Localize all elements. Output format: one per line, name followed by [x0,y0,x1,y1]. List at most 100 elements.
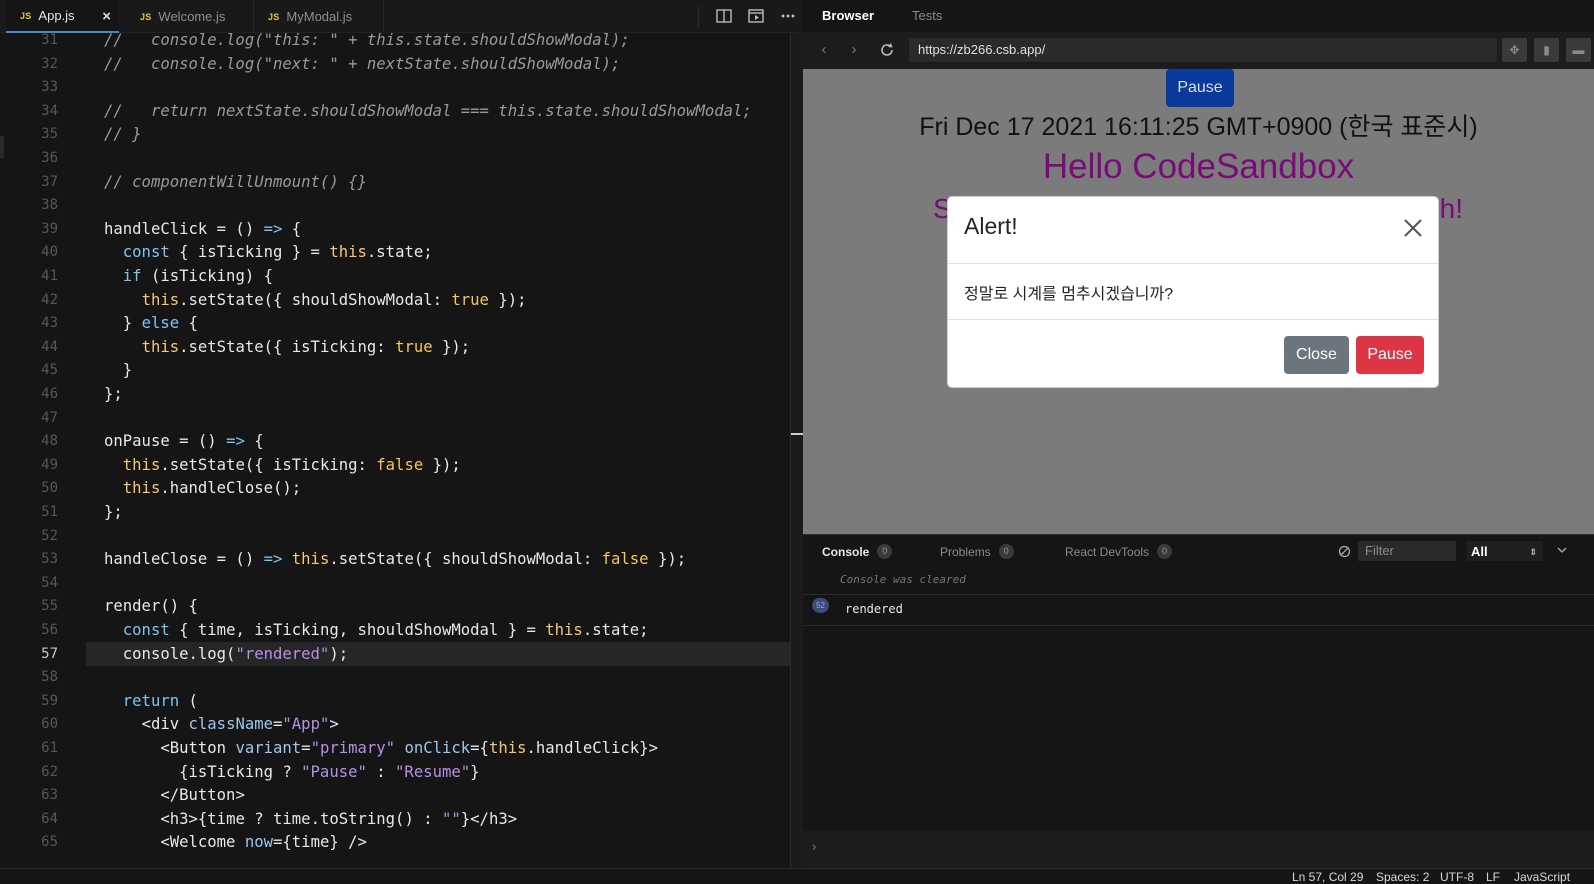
code-line[interactable]: 46}; [0,382,803,406]
code-line[interactable]: 64 <h3>{time ? time.toString() : ""}</h3… [0,807,803,831]
console-log-entry: 52 rendered [803,594,1594,626]
language-mode[interactable]: JavaScript [1514,870,1570,884]
code-text: {isTicking ? "Pause" : "Resume"} [104,762,480,781]
tab-tests[interactable]: Tests [912,8,942,23]
split-editor-icon[interactable] [716,9,732,23]
code-text: const { time, isTicking, shouldShowModal… [122,621,649,639]
code-text: this.setState({ shouldShowModal: true })… [141,290,527,309]
more-icon[interactable] [780,9,796,23]
chevron-down-icon[interactable] [1557,546,1567,554]
toolbar-divider [698,6,699,28]
line-number: 65 [41,834,58,851]
page-time-heading: Fri Dec 17 2021 16:11:25 GMT+0900 (한국 표준… [919,113,1478,141]
code-text: <h3>{time ? time.toString() : ""}</h3> [160,809,518,828]
line-ending-setting[interactable]: LF [1486,870,1500,884]
tab-mymodal-js[interactable]: JS MyModal.js [254,0,384,33]
cursor-position[interactable]: Ln 57, Col 29 [1292,870,1363,884]
editor-scrollbar[interactable] [790,33,803,868]
code-line[interactable]: 55 render() { [0,594,803,618]
tab-problems[interactable]: Problems 0 [940,544,1014,559]
url-input[interactable]: https://zb266.csb.app/ [909,38,1497,62]
encoding-setting[interactable]: UTF-8 [1440,870,1474,884]
line-number: 49 [41,456,58,473]
preview-pane: Browser Tests ‹ › https://zb266.csb.app/… [803,0,1594,869]
code-line[interactable]: 51}; [0,500,803,524]
code-line[interactable]: 56 const { time, isTicking, shouldShowMo… [0,618,803,642]
tab-console[interactable]: Console 0 [822,544,893,559]
tab-label: MyModal.js [286,9,353,24]
tab-browser[interactable]: Browser [822,8,874,23]
indentation-setting[interactable]: Spaces: 2 [1376,870,1429,884]
code-line[interactable]: 45 } [0,358,803,382]
code-line[interactable]: 40 const { isTicking } = this.state; [0,240,803,264]
log-level-select[interactable]: All ⇕ [1467,541,1543,561]
tab-react-devtools[interactable]: React DevTools 0 [1065,544,1173,559]
code-line[interactable]: 34 // return nextState.shouldShowModal ==… [0,99,803,123]
code-line[interactable]: 61 <Button variant="primary" onClick={th… [0,736,803,760]
tab-welcome-js[interactable]: JS Welcome.js [126,0,254,33]
code-line[interactable]: 62 {isTicking ? "Pause" : "Resume"} [0,760,803,784]
line-number: 61 [41,740,58,756]
code-line[interactable]: 39 handleClick = () => { [0,217,803,241]
modal-close-icon[interactable] [1402,217,1424,239]
console-filter-input[interactable]: Filter [1358,541,1456,561]
console-input[interactable]: › [803,831,1594,869]
code-area[interactable]: 31 // console.log("this: " + this.state.s… [0,33,803,868]
code-line[interactable]: 31 // console.log("this: " + this.state.s… [0,33,803,52]
code-line[interactable]: 44 this.setState({ isTicking: true }); [0,335,803,359]
code-line[interactable]: 53 handleClose = () => this.setState({ sh… [0,547,803,571]
code-text: } else { [104,314,198,333]
code-text: <Button variant="primary" onClick={this.… [160,739,658,757]
code-line[interactable]: 49 this.setState({ isTicking: false }); [0,453,803,477]
open-new-window-icon[interactable]: ✥ [1502,38,1527,62]
line-number: 34 [41,102,58,119]
tab-app-js[interactable]: JS App.js × [6,0,119,33]
code-line[interactable]: 41 if (isTicking) { [0,264,803,288]
back-icon[interactable]: ‹ [816,42,832,58]
devices-icon[interactable]: ▮ [1534,38,1559,62]
code-line[interactable]: 65 <Welcome now={time} /> [0,830,803,854]
clear-console-icon[interactable] [1338,545,1351,558]
code-line[interactable]: 54 [0,571,803,595]
current-line-highlight: console.log("rendered"); [86,641,803,666]
forward-icon[interactable]: › [846,42,862,58]
code-line[interactable]: 32 // console.log("next: " + nextState.sh… [0,52,803,76]
code-line[interactable]: 48 onPause = () => { [0,429,803,453]
code-line-current[interactable]: 57 console.log("rendered"); [0,641,803,666]
code-line[interactable]: 58 [0,665,803,689]
line-number: 54 [41,574,58,591]
code-line[interactable]: 38 [0,193,803,217]
code-line[interactable]: 35 // } [0,122,803,146]
line-number: 43 [41,315,58,332]
preview-icon[interactable] [748,9,764,23]
code-line[interactable]: 63 </Button> [0,783,803,807]
modal-header-divider [948,263,1438,264]
tab-label: Problems [940,544,991,559]
code-line[interactable]: 50 this.handleClose(); [0,476,803,500]
layout-icon[interactable]: ▬ [1566,38,1591,62]
line-number: 31 [41,33,58,48]
code-line[interactable]: 60 <div className="App"> [0,712,803,736]
code-line[interactable]: 42 this.setState({ shouldShowModal: true… [0,288,803,312]
modal-pause-button[interactable]: Pause [1356,336,1424,374]
modal-close-button[interactable]: Close [1284,336,1349,374]
refresh-icon[interactable] [879,42,895,58]
code-line[interactable]: 37 // componentWillUnmount() {} [0,170,803,194]
close-tab-icon[interactable]: × [102,8,111,25]
code-line[interactable]: 47 [0,406,803,430]
line-number: 47 [41,409,58,426]
line-number: 33 [41,79,58,96]
page-pause-button[interactable]: Pause [1166,69,1234,107]
browser-navbar: ‹ › https://zb266.csb.app/ ✥ ▮ ▬ [803,32,1594,69]
code-line[interactable]: 52 [0,524,803,548]
line-number: 58 [41,669,58,686]
code-line[interactable]: 59 return ( [0,689,803,713]
console-cleared-message: Console was cleared [840,573,966,586]
prompt-chevron-icon: › [812,839,817,854]
code-text: console.log("rendered"); [104,644,349,663]
count-badge: 0 [998,544,1014,559]
code-line[interactable]: 36 [0,146,803,170]
code-line[interactable]: 33 [0,75,803,99]
code-line[interactable]: 43 } else { [0,311,803,335]
count-badge: 0 [877,544,893,559]
